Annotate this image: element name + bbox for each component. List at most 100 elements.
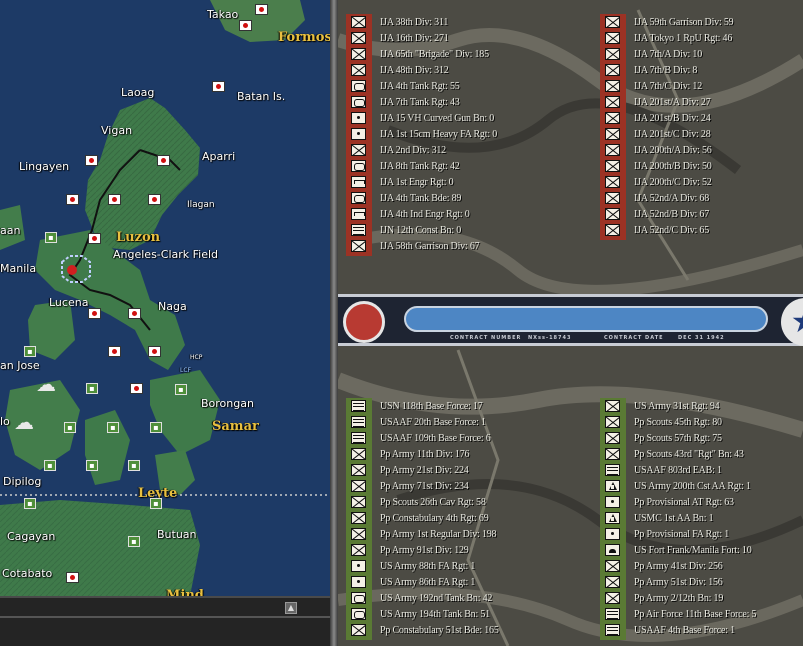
unit-type-art-icon xyxy=(605,496,620,508)
unit-row[interactable]: Pp Army 2/12th Bn: 19 xyxy=(600,590,800,606)
pane-splitter[interactable] xyxy=(330,0,338,646)
japanese-unit-marker[interactable] xyxy=(85,155,98,166)
unit-row[interactable]: Pp Provisional AT Rgt: 63 xyxy=(600,494,800,510)
japanese-unit-marker[interactable] xyxy=(255,4,268,15)
unit-type-art-icon xyxy=(351,112,366,124)
unit-row[interactable]: IJA 1st Engr Rgt: 0 xyxy=(346,174,596,190)
unit-name: Pp Scouts 57th Rgt: 75 xyxy=(634,432,722,444)
allied-unit-marker[interactable]: ▪ xyxy=(24,498,36,509)
unit-row[interactable]: US Army 194th Tank Bn: 51 xyxy=(346,606,596,622)
unit-row[interactable]: US Army 88th FA Rgt: 1 xyxy=(346,558,596,574)
unit-row[interactable]: US Army 86th FA Rgt: 1 xyxy=(346,574,596,590)
allied-unit-marker[interactable]: ▪ xyxy=(44,460,56,471)
japanese-unit-marker[interactable] xyxy=(88,308,101,319)
unit-type-inf-icon xyxy=(351,624,366,636)
unit-row[interactable]: IJA 7th/C Div: 12 xyxy=(600,78,800,94)
unit-row[interactable]: IJA 7th/B Div: 8 xyxy=(600,62,800,78)
unit-row[interactable]: Pp Provisional FA Rgt: 1 xyxy=(600,526,800,542)
unit-row[interactable]: IJA 201st/C Div: 28 xyxy=(600,126,800,142)
japanese-unit-marker[interactable] xyxy=(148,194,161,205)
unit-row[interactable]: IJA 48th Div: 312 xyxy=(346,62,596,78)
allied-unit-marker[interactable]: ▪ xyxy=(45,232,57,243)
unit-row[interactable]: US Fort Frank/Manila Fort: 10 xyxy=(600,542,800,558)
unit-row[interactable]: IJA 200th/B Div: 50 xyxy=(600,158,800,174)
allied-unit-marker[interactable]: ▪ xyxy=(150,422,162,433)
unit-row[interactable]: Pp Constabulary 51st Bde: 165 xyxy=(346,622,596,638)
unit-row[interactable]: Pp Army 51st Div: 156 xyxy=(600,574,800,590)
allied-unit-marker[interactable]: ▪ xyxy=(128,536,140,547)
unit-row[interactable]: IJA 1st 15cm Heavy FA Rgt: 0 xyxy=(346,126,596,142)
allied-unit-marker[interactable]: ▪ xyxy=(107,422,119,433)
japanese-unit-marker[interactable] xyxy=(148,346,161,357)
unit-row[interactable]: IJA 65th "Brigade" Div: 185 xyxy=(346,46,596,62)
unit-row[interactable]: Pp Army 11th Div: 176 xyxy=(346,446,596,462)
unit-row[interactable]: Pp Army 1st Regular Div: 198 xyxy=(346,526,596,542)
unit-row[interactable]: IJA 52nd/C Div: 65 xyxy=(600,222,800,238)
japanese-unit-marker[interactable] xyxy=(212,81,225,92)
unit-type-base-icon xyxy=(351,416,366,428)
unit-row[interactable]: IJA 201st/A Div: 27 xyxy=(600,94,800,110)
unit-row[interactable]: IJA 7th/A Div: 10 xyxy=(600,46,800,62)
unit-row[interactable]: Pp Scouts 57th Rgt: 75 xyxy=(600,430,800,446)
allied-unit-marker[interactable]: ▪ xyxy=(150,498,162,509)
unit-name: IJA 200th/C Div: 52 xyxy=(634,176,712,188)
unit-row[interactable]: US Army 200th Cst AA Rgt: 1 xyxy=(600,478,800,494)
unit-row[interactable]: USN 118th Base Force: 17 xyxy=(346,398,596,414)
unit-row[interactable]: Pp Army 71st Div: 234 xyxy=(346,478,596,494)
allied-unit-marker[interactable]: ▪ xyxy=(24,346,36,357)
allied-unit-marker[interactable]: ▪ xyxy=(86,383,98,394)
unit-row[interactable]: Pp Army 41st Div: 256 xyxy=(600,558,800,574)
unit-row[interactable]: Pp Army 21st Div: 224 xyxy=(346,462,596,478)
tactical-map[interactable]: Takao Formos: Laoag Batan Is. Vigan Apar… xyxy=(0,0,330,596)
unit-name: IJA 7th Tank Rgt: 43 xyxy=(380,96,460,108)
unit-row[interactable]: USAAF 803rd EAB: 1 xyxy=(600,462,800,478)
unit-row[interactable]: IJA 7th Tank Rgt: 43 xyxy=(346,94,596,110)
unit-name: IJA 1st Engr Rgt: 0 xyxy=(380,176,454,188)
japanese-unit-marker[interactable] xyxy=(130,383,143,394)
unit-row[interactable]: Pp Air Force 11th Base Force: 5 xyxy=(600,606,800,622)
unit-row[interactable]: IJA 59th Garrison Div: 59 xyxy=(600,14,800,30)
allied-unit-marker[interactable]: ▪ xyxy=(175,384,187,395)
japanese-unit-marker[interactable] xyxy=(108,194,121,205)
unit-row[interactable]: Pp Scouts 45th Rgt: 80 xyxy=(600,414,800,430)
allied-unit-marker[interactable]: ▪ xyxy=(86,460,98,471)
japanese-unit-marker[interactable] xyxy=(157,155,170,166)
unit-row[interactable]: IJA 38th Div: 311 xyxy=(346,14,596,30)
japanese-unit-marker[interactable] xyxy=(88,233,101,244)
unit-row[interactable]: USAAF 109th Base Force: 6 xyxy=(346,430,596,446)
unit-row[interactable]: IJA 200th/A Div: 56 xyxy=(600,142,800,158)
unit-row[interactable]: US Army 31st Rgt: 94 xyxy=(600,398,800,414)
japanese-unit-marker[interactable] xyxy=(239,20,252,31)
allied-unit-marker[interactable]: ▪ xyxy=(64,422,76,433)
unit-row[interactable]: USMC 1st AA Bn: 1 xyxy=(600,510,800,526)
unit-row[interactable]: Pp Scouts 43rd "Rgt" Bn: 43 xyxy=(600,446,800,462)
unit-row[interactable]: IJA 16th Div: 271 xyxy=(346,30,596,46)
unit-row[interactable]: IJA 58th Garrison Div: 67 xyxy=(346,238,596,254)
unit-row[interactable]: IJA 4th Tank Rgt: 55 xyxy=(346,78,596,94)
unit-row[interactable]: IJA 2nd Div: 312 xyxy=(346,142,596,158)
unit-row[interactable]: US Army 192nd Tank Bn: 42 xyxy=(346,590,596,606)
unit-row[interactable]: Pp Army 91st Div: 129 xyxy=(346,542,596,558)
unit-row[interactable]: IJA 15 VH Curved Gun Bn: 0 xyxy=(346,110,596,126)
unit-type-art-icon xyxy=(351,560,366,572)
unit-row[interactable]: IJA 8th Tank Rgt: 42 xyxy=(346,158,596,174)
unit-row[interactable]: IJA 4th Tank Bde: 89 xyxy=(346,190,596,206)
unit-row[interactable]: IJA 201st/B Div: 24 xyxy=(600,110,800,126)
scroll-up-icon[interactable]: ▲ xyxy=(285,602,297,614)
unit-row[interactable]: USAAF 20th Base Force: 1 xyxy=(346,414,596,430)
unit-row[interactable]: Pp Constabulary 4th Rgt: 69 xyxy=(346,510,596,526)
unit-row[interactable]: IJA Tokyo 1 RpU Rgt: 46 xyxy=(600,30,800,46)
japanese-unit-marker[interactable] xyxy=(128,308,141,319)
japanese-unit-marker[interactable] xyxy=(66,194,79,205)
japanese-unit-marker[interactable] xyxy=(66,572,79,583)
allied-unit-marker[interactable]: ▪ xyxy=(128,460,140,471)
unit-row[interactable]: Pp Scouts 26th Cav Rgt: 58 xyxy=(346,494,596,510)
unit-row[interactable]: IJA 52nd/A Div: 68 xyxy=(600,190,800,206)
unit-row[interactable]: IJA 52nd/B Div: 67 xyxy=(600,206,800,222)
unit-row[interactable]: USAAF 4th Base Force: 1 xyxy=(600,622,800,638)
unit-row[interactable]: IJN 12th Const Bn: 0 xyxy=(346,222,596,238)
unit-name: Pp Constabulary 4th Rgt: 69 xyxy=(380,512,489,524)
unit-row[interactable]: IJA 200th/C Div: 52 xyxy=(600,174,800,190)
unit-row[interactable]: IJA 4th Ind Engr Rgt: 0 xyxy=(346,206,596,222)
japanese-unit-marker[interactable] xyxy=(108,346,121,357)
